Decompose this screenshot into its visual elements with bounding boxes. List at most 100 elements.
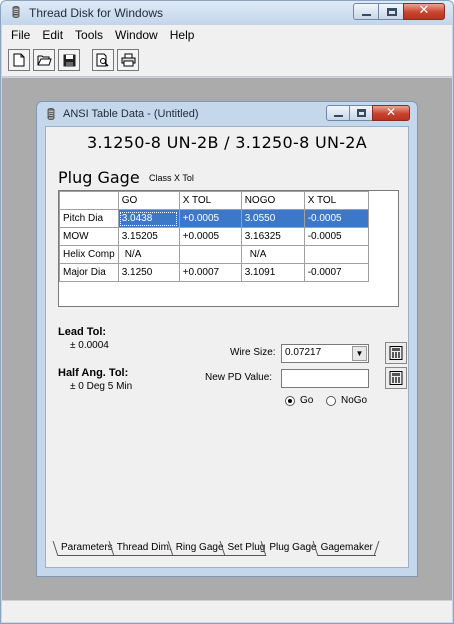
child-title-bar[interactable]: ANSI Table Data - (Untitled) ✕ <box>37 102 417 126</box>
child-client-area: 3.1250-8 UN-2B / 3.1250-8 UN-2A Plug Gag… <box>45 126 409 568</box>
open-button[interactable] <box>33 49 55 71</box>
minimize-button[interactable] <box>353 3 379 20</box>
lead-tol-value: ± 0.0004 <box>70 340 109 351</box>
tab-gagemaker[interactable]: Gagemaker <box>312 541 380 556</box>
gage-type-label: Plug Gage <box>58 168 140 187</box>
grid-cell[interactable]: N/A <box>240 245 305 264</box>
menu-bar: File Edit Tools Window Help <box>2 25 452 45</box>
grid-cell[interactable]: 3.0550 <box>240 209 305 228</box>
grid-cell[interactable]: -0.0005 <box>303 209 369 228</box>
ansi-table-window: ANSI Table Data - (Untitled) ✕ 3.1250-8 … <box>36 101 418 577</box>
grid-header-row: GO X TOL NOGO X TOL <box>59 191 369 210</box>
tab-label: Set Plug <box>227 542 266 553</box>
half-ang-tol-value: ± 0 Deg 5 Min <box>70 381 133 392</box>
print-icon <box>121 53 135 67</box>
grid-cell[interactable]: 3.15205 <box>117 227 180 246</box>
chevron-down-icon[interactable]: ▼ <box>352 346 367 361</box>
child-window-title: ANSI Table Data - (Untitled) <box>63 108 199 120</box>
grid-cell[interactable]: +0.0005 <box>178 227 242 246</box>
new-button[interactable] <box>8 49 30 71</box>
new-icon <box>13 53 25 67</box>
grid-cell[interactable]: +0.0007 <box>178 263 242 282</box>
child-minimize-button[interactable] <box>326 105 350 121</box>
maximize-icon <box>387 8 397 16</box>
radio-unselected-icon <box>326 395 336 406</box>
tab-label: Thread Dim. <box>116 542 172 553</box>
tab-parameters[interactable]: Parameters <box>52 541 120 556</box>
menu-help[interactable]: Help <box>164 28 201 42</box>
grid-cell[interactable]: +0.0005 <box>178 209 242 228</box>
child-close-button[interactable]: ✕ <box>372 105 410 121</box>
new-pd-calculator-button[interactable] <box>385 367 407 389</box>
grid-header-cell: GO <box>117 191 180 210</box>
close-icon: ✕ <box>385 105 397 119</box>
tab-label: Parameters <box>61 542 113 553</box>
row-label: MOW <box>59 227 119 246</box>
open-icon <box>37 55 52 66</box>
row-label: Helix Comp <box>59 245 119 264</box>
nogo-radio-label: NoGo <box>341 395 368 406</box>
tab-plug-gage[interactable]: Plug Gage <box>260 541 324 556</box>
grid-cell[interactable]: 3.16325 <box>240 227 305 246</box>
status-bar <box>2 600 452 622</box>
table-row[interactable]: Helix Comp N/A N/A <box>59 245 369 264</box>
window-title: Thread Disk for Windows <box>29 6 164 20</box>
go-radio[interactable]: Go <box>285 395 313 406</box>
grid-cell[interactable]: -0.0005 <box>303 227 369 246</box>
maximize-button[interactable] <box>378 3 404 20</box>
thread-designation-heading: 3.1250-8 UN-2B / 3.1250-8 UN-2A <box>86 133 368 152</box>
grid-cell[interactable] <box>303 245 369 264</box>
row-label: Major Dia <box>59 263 119 282</box>
grid-cell[interactable]: -0.0007 <box>303 263 369 282</box>
lead-tol-label: Lead Tol: <box>58 326 107 338</box>
grid-cell[interactable] <box>178 245 242 264</box>
print-button[interactable] <box>117 49 139 71</box>
close-icon: ✕ <box>418 3 430 18</box>
tab-label: Ring Gage <box>175 542 224 553</box>
new-pd-input[interactable] <box>281 369 369 388</box>
save-button[interactable] <box>58 49 80 71</box>
grid-cell[interactable]: 3.1091 <box>240 263 305 282</box>
nogo-radio[interactable]: NoGo <box>326 395 367 406</box>
go-radio-label: Go <box>300 395 314 406</box>
wire-size-value: 0.07217 <box>285 347 322 358</box>
grid-cell[interactable]: 3.1250 <box>117 263 180 282</box>
row-label: Pitch Dia <box>59 209 119 228</box>
save-icon <box>63 54 75 66</box>
title-bar[interactable]: Thread Disk for Windows ✕ <box>1 1 453 25</box>
maximize-icon <box>357 109 366 117</box>
wire-size-calculator-button[interactable] <box>385 342 407 364</box>
app-icon <box>47 107 55 120</box>
wire-size-label: Wire Size: <box>230 347 276 358</box>
calculator-icon <box>389 346 403 360</box>
grid-header-cell: X TOL <box>178 191 242 210</box>
menu-tools[interactable]: Tools <box>69 28 109 42</box>
tab-label: Gagemaker <box>320 542 373 553</box>
tab-thread-dim[interactable]: Thread Dim. <box>108 541 179 556</box>
calculator-icon <box>389 371 403 385</box>
grid-header-cell: X TOL <box>303 191 369 210</box>
grid-header-cell: NOGO <box>240 191 305 210</box>
half-ang-tol-label: Half Ang. Tol: <box>58 367 129 379</box>
print-preview-button[interactable] <box>92 49 114 71</box>
print-preview-icon <box>96 53 109 67</box>
tab-label: Plug Gage <box>269 542 317 553</box>
tab-ring-gage[interactable]: Ring Gage <box>167 541 230 556</box>
table-row[interactable]: Major Dia 3.1250 +0.0007 3.1091 -0.0007 <box>59 263 369 282</box>
new-pd-label: New PD Value: <box>205 372 273 383</box>
toolbar <box>2 45 452 77</box>
radio-selected-icon <box>285 395 295 406</box>
menu-edit[interactable]: Edit <box>36 28 69 42</box>
child-maximize-button[interactable] <box>349 105 373 121</box>
table-row[interactable]: Pitch Dia 3.0438 +0.0005 3.0550 -0.0005 <box>59 209 369 228</box>
plug-gage-grid[interactable]: GO X TOL NOGO X TOL Pitch Dia 3.0438 +0.… <box>58 190 399 307</box>
close-button[interactable]: ✕ <box>403 3 445 20</box>
menu-file[interactable]: File <box>5 28 36 42</box>
wire-size-select[interactable]: 0.07217 ▼ <box>281 344 369 363</box>
menu-window[interactable]: Window <box>109 28 164 42</box>
table-row[interactable]: MOW 3.15205 +0.0005 3.16325 -0.0005 <box>59 227 369 246</box>
grid-header-cell <box>59 191 119 210</box>
grid-cell[interactable]: 3.0438 <box>117 209 180 228</box>
app-icon <box>12 5 20 18</box>
grid-cell[interactable]: N/A <box>117 245 180 264</box>
